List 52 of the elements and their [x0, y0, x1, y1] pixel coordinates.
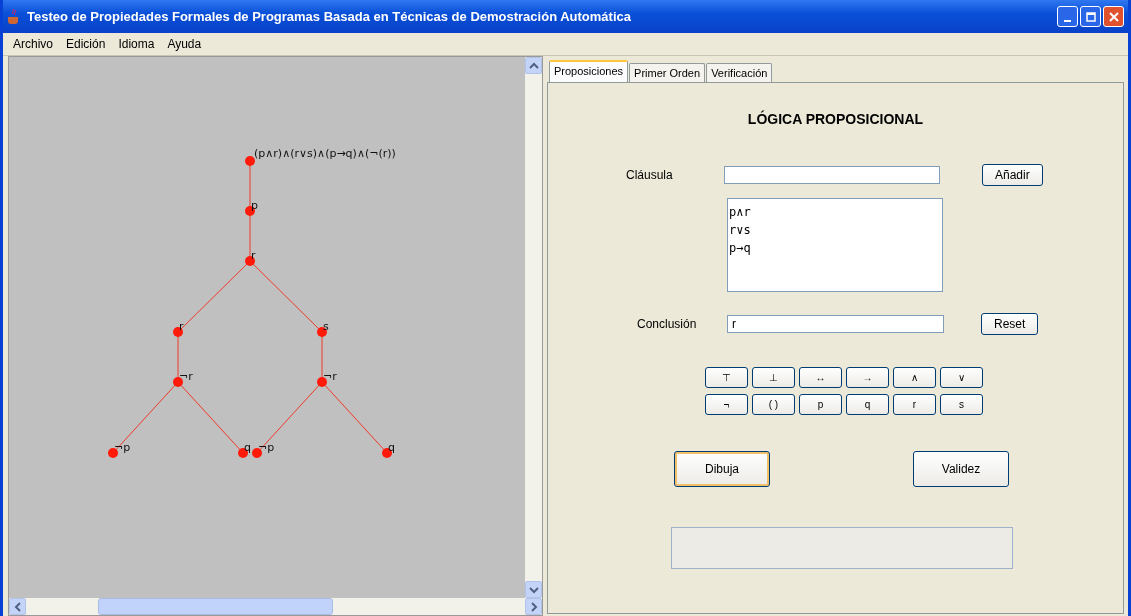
close-icon [1108, 11, 1119, 22]
minimize-button[interactable] [1057, 6, 1078, 27]
reset-button[interactable]: Reset [981, 313, 1039, 335]
symbol-key[interactable]: ( ) [752, 394, 795, 415]
clause-list[interactable]: p∧r r∨s p→q [727, 198, 943, 292]
symbol-key[interactable]: r [893, 394, 936, 415]
vertical-scrollbar[interactable] [525, 57, 542, 598]
menu-item[interactable]: Edición [66, 37, 106, 51]
panel-heading: LÓGICA PROPOSICIONAL [746, 111, 925, 127]
clause-item[interactable]: r∨s [729, 221, 941, 239]
symbol-key[interactable]: → [846, 367, 889, 388]
horizontal-scrollbar[interactable] [9, 598, 542, 615]
action-button[interactable]: Dibuja [674, 451, 770, 487]
clause-item[interactable]: p→q [729, 239, 941, 257]
chevron-left-icon [13, 601, 22, 612]
chevron-down-icon [528, 585, 539, 594]
action-button[interactable]: Validez [913, 451, 1009, 487]
symbol-key[interactable]: ¬ [705, 394, 748, 415]
tree-diagram-drawing: (p∧r)∧(r∨s)∧(p→q)∧(¬(r)) p r r ¬r ¬p q s ¬r ¬p q [9, 57, 519, 582]
tab[interactable]: Primer Orden [629, 63, 706, 82]
close-button[interactable] [1103, 6, 1124, 27]
chevron-right-icon [529, 601, 538, 612]
clause-item[interactable]: p∧r [729, 203, 941, 221]
menu-item[interactable]: Idioma [118, 37, 155, 51]
symbol-key[interactable]: q [846, 394, 889, 415]
symbol-key[interactable]: ⊥ [752, 367, 795, 388]
menu-item[interactable]: Ayuda [167, 37, 202, 51]
scroll-left-button[interactable] [9, 598, 26, 615]
maximize-icon [1085, 11, 1096, 22]
symbol-key[interactable]: ↔ [799, 367, 842, 388]
conclusion-input-field[interactable]: r [727, 315, 944, 333]
clause-input-field[interactable] [724, 166, 940, 184]
tab[interactable]: Verificación [706, 63, 773, 82]
symbol-key[interactable]: ⊤ [705, 367, 748, 388]
maximize-button[interactable] [1080, 6, 1101, 27]
window-title: Testeo de Propiedades Formales de Programas Basada en Técnicas de Demostración Automática [27, 9, 632, 24]
minimize-icon [1064, 19, 1071, 22]
tab[interactable]: Proposiciones [549, 60, 629, 82]
chevron-up-icon [528, 61, 539, 70]
symbol-key[interactable]: ∧ [893, 367, 936, 388]
field-label: Conclusión [637, 317, 698, 331]
field-label: Cláusula [626, 168, 674, 182]
symbol-key[interactable]: s [940, 394, 983, 415]
symbol-key[interactable]: ∨ [940, 367, 983, 388]
scroll-thumb[interactable] [98, 598, 333, 615]
menu-item[interactable]: Archivo [13, 37, 53, 51]
add-button[interactable]: Añadir [982, 164, 1043, 186]
symbol-key[interactable]: p [799, 394, 842, 415]
coffee-cup-icon [7, 8, 21, 25]
scroll-up-button[interactable] [525, 57, 542, 74]
scroll-right-button[interactable] [525, 598, 542, 615]
scroll-down-button[interactable] [525, 581, 542, 598]
